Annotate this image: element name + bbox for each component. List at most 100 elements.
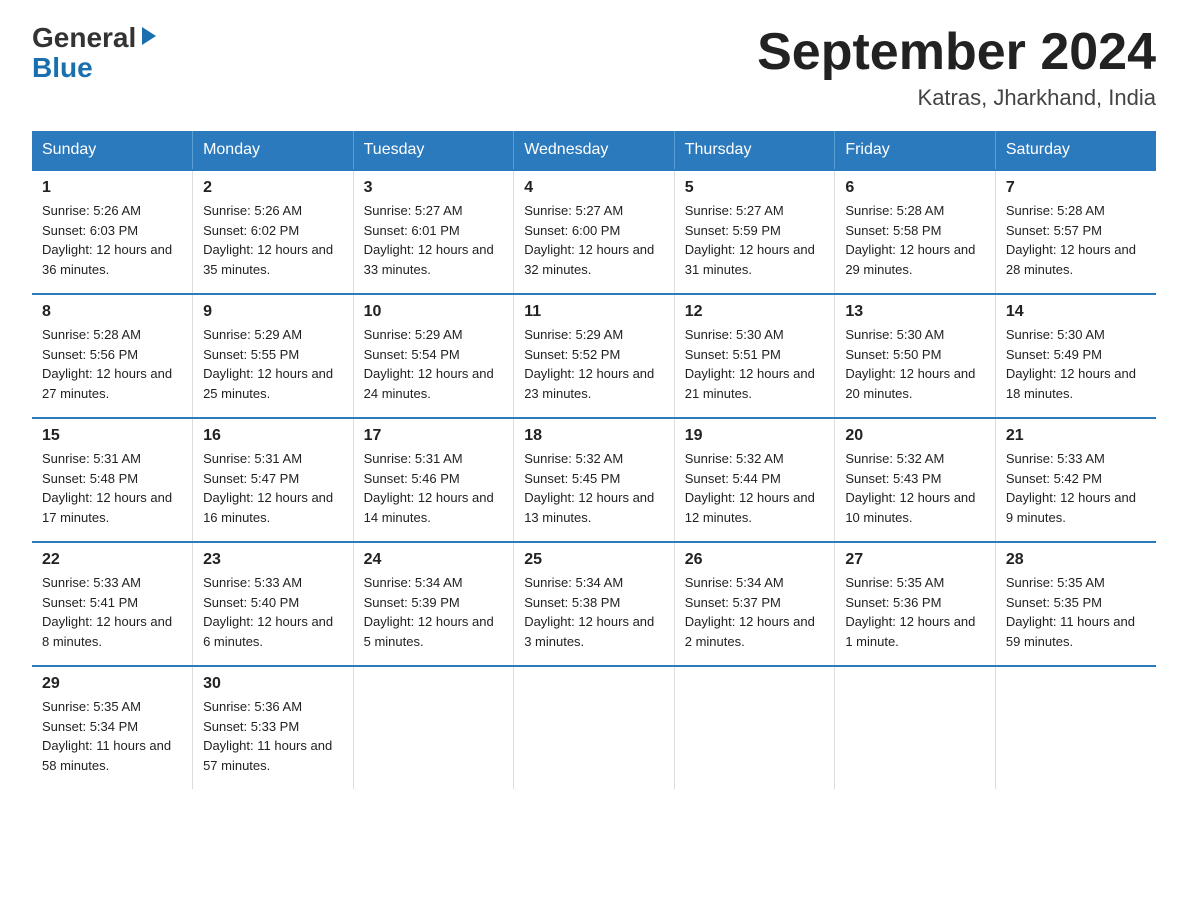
calendar-cell: 8 Sunrise: 5:28 AMSunset: 5:56 PMDaylight… [32, 294, 193, 418]
day-number: 22 [42, 551, 182, 569]
day-number: 6 [845, 179, 985, 197]
day-number: 27 [845, 551, 985, 569]
day-info: Sunrise: 5:34 AMSunset: 5:38 PMDaylight:… [524, 573, 664, 651]
weekday-header-monday: Monday [193, 131, 354, 170]
day-number: 20 [845, 427, 985, 445]
weekday-header-sunday: Sunday [32, 131, 193, 170]
day-number: 12 [685, 303, 825, 321]
calendar-cell: 9 Sunrise: 5:29 AMSunset: 5:55 PMDaylight… [193, 294, 354, 418]
day-info: Sunrise: 5:32 AMSunset: 5:45 PMDaylight:… [524, 449, 664, 527]
logo-arrow-icon [138, 25, 160, 47]
calendar-cell [835, 666, 996, 789]
calendar-cell: 21Sunrise: 5:33 AMSunset: 5:42 PMDayligh… [995, 418, 1156, 542]
calendar-cell: 13 Sunrise: 5:30 AMSunset: 5:50 PMDayligh… [835, 294, 996, 418]
calendar-cell: 25 Sunrise: 5:34 AMSunset: 5:38 PMDayligh… [514, 542, 675, 666]
weekday-header-friday: Friday [835, 131, 996, 170]
day-info: Sunrise: 5:27 AMSunset: 6:00 PMDaylight:… [524, 201, 664, 279]
day-number: 13 [845, 303, 985, 321]
day-info: Sunrise: 5:28 AMSunset: 5:56 PMDaylight:… [42, 325, 182, 403]
calendar-cell: 18 Sunrise: 5:32 AMSunset: 5:45 PMDayligh… [514, 418, 675, 542]
day-info: Sunrise: 5:29 AMSunset: 5:54 PMDaylight:… [364, 325, 504, 403]
calendar-cell: 4 Sunrise: 5:27 AMSunset: 6:00 PMDaylight… [514, 170, 675, 294]
calendar-cell: 1 Sunrise: 5:26 AMSunset: 6:03 PMDaylight… [32, 170, 193, 294]
day-number: 15 [42, 427, 182, 445]
day-info: Sunrise: 5:33 AMSunset: 5:42 PMDaylight:… [1006, 449, 1146, 527]
day-number: 18 [524, 427, 664, 445]
calendar-cell: 2 Sunrise: 5:26 AMSunset: 6:02 PMDaylight… [193, 170, 354, 294]
day-info: Sunrise: 5:26 AMSunset: 6:03 PMDaylight:… [42, 201, 182, 279]
weekday-header-thursday: Thursday [674, 131, 835, 170]
calendar-cell: 14 Sunrise: 5:30 AMSunset: 5:49 PMDayligh… [995, 294, 1156, 418]
calendar-cell: 23Sunrise: 5:33 AMSunset: 5:40 PMDayligh… [193, 542, 354, 666]
calendar-cell: 22 Sunrise: 5:33 AMSunset: 5:41 PMDayligh… [32, 542, 193, 666]
weekday-header-wednesday: Wednesday [514, 131, 675, 170]
day-info: Sunrise: 5:32 AMSunset: 5:43 PMDaylight:… [845, 449, 985, 527]
calendar-cell [514, 666, 675, 789]
calendar-cell [995, 666, 1156, 789]
calendar-week-5: 29Sunrise: 5:35 AMSunset: 5:34 PMDayligh… [32, 666, 1156, 789]
day-number: 10 [364, 303, 504, 321]
day-number: 19 [685, 427, 825, 445]
calendar-cell: 19 Sunrise: 5:32 AMSunset: 5:44 PMDayligh… [674, 418, 835, 542]
day-number: 11 [524, 303, 664, 321]
day-info: Sunrise: 5:26 AMSunset: 6:02 PMDaylight:… [203, 201, 343, 279]
calendar-cell: 7 Sunrise: 5:28 AMSunset: 5:57 PMDaylight… [995, 170, 1156, 294]
day-number: 7 [1006, 179, 1146, 197]
calendar-cell: 27 Sunrise: 5:35 AMSunset: 5:36 PMDayligh… [835, 542, 996, 666]
calendar-cell: 15 Sunrise: 5:31 AMSunset: 5:48 PMDayligh… [32, 418, 193, 542]
day-info: Sunrise: 5:29 AMSunset: 5:55 PMDaylight:… [203, 325, 343, 403]
calendar-week-2: 8 Sunrise: 5:28 AMSunset: 5:56 PMDaylight… [32, 294, 1156, 418]
calendar-cell: 10 Sunrise: 5:29 AMSunset: 5:54 PMDayligh… [353, 294, 514, 418]
day-info: Sunrise: 5:33 AMSunset: 5:41 PMDaylight:… [42, 573, 182, 651]
day-number: 16 [203, 427, 343, 445]
day-info: Sunrise: 5:31 AMSunset: 5:48 PMDaylight:… [42, 449, 182, 527]
day-number: 1 [42, 179, 182, 197]
day-info: Sunrise: 5:35 AMSunset: 5:34 PMDaylight:… [42, 697, 182, 775]
day-number: 3 [364, 179, 504, 197]
logo-blue: Blue [32, 52, 93, 83]
day-info: Sunrise: 5:35 AMSunset: 5:36 PMDaylight:… [845, 573, 985, 651]
day-number: 8 [42, 303, 182, 321]
month-year-title: September 2024 [757, 24, 1156, 81]
day-number: 23 [203, 551, 343, 569]
day-number: 28 [1006, 551, 1146, 569]
calendar-cell: 20 Sunrise: 5:32 AMSunset: 5:43 PMDayligh… [835, 418, 996, 542]
calendar-cell [674, 666, 835, 789]
day-info: Sunrise: 5:31 AMSunset: 5:46 PMDaylight:… [364, 449, 504, 527]
day-info: Sunrise: 5:28 AMSunset: 5:57 PMDaylight:… [1006, 201, 1146, 279]
weekday-header-tuesday: Tuesday [353, 131, 514, 170]
day-info: Sunrise: 5:30 AMSunset: 5:51 PMDaylight:… [685, 325, 825, 403]
day-number: 24 [364, 551, 504, 569]
page-header: General Blue September 2024 Katras, Jhar… [32, 24, 1156, 111]
day-number: 9 [203, 303, 343, 321]
calendar-table: SundayMondayTuesdayWednesdayThursdayFrid… [32, 131, 1156, 789]
day-info: Sunrise: 5:34 AMSunset: 5:39 PMDaylight:… [364, 573, 504, 651]
calendar-cell: 29Sunrise: 5:35 AMSunset: 5:34 PMDayligh… [32, 666, 193, 789]
day-info: Sunrise: 5:32 AMSunset: 5:44 PMDaylight:… [685, 449, 825, 527]
day-info: Sunrise: 5:34 AMSunset: 5:37 PMDaylight:… [685, 573, 825, 651]
day-info: Sunrise: 5:36 AMSunset: 5:33 PMDaylight:… [203, 697, 343, 775]
calendar-cell: 26 Sunrise: 5:34 AMSunset: 5:37 PMDayligh… [674, 542, 835, 666]
day-info: Sunrise: 5:27 AMSunset: 5:59 PMDaylight:… [685, 201, 825, 279]
day-number: 4 [524, 179, 664, 197]
day-number: 26 [685, 551, 825, 569]
title-section: September 2024 Katras, Jharkhand, India [757, 24, 1156, 111]
day-info: Sunrise: 5:30 AMSunset: 5:49 PMDaylight:… [1006, 325, 1146, 403]
day-info: Sunrise: 5:28 AMSunset: 5:58 PMDaylight:… [845, 201, 985, 279]
day-info: Sunrise: 5:30 AMSunset: 5:50 PMDaylight:… [845, 325, 985, 403]
calendar-cell: 17 Sunrise: 5:31 AMSunset: 5:46 PMDayligh… [353, 418, 514, 542]
calendar-cell: 11 Sunrise: 5:29 AMSunset: 5:52 PMDayligh… [514, 294, 675, 418]
day-number: 2 [203, 179, 343, 197]
calendar-cell: 16Sunrise: 5:31 AMSunset: 5:47 PMDayligh… [193, 418, 354, 542]
calendar-cell [353, 666, 514, 789]
logo: General Blue [32, 24, 160, 84]
day-number: 25 [524, 551, 664, 569]
calendar-cell: 12 Sunrise: 5:30 AMSunset: 5:51 PMDayligh… [674, 294, 835, 418]
day-info: Sunrise: 5:29 AMSunset: 5:52 PMDaylight:… [524, 325, 664, 403]
calendar-cell: 6 Sunrise: 5:28 AMSunset: 5:58 PMDaylight… [835, 170, 996, 294]
calendar-cell: 24 Sunrise: 5:34 AMSunset: 5:39 PMDayligh… [353, 542, 514, 666]
weekday-header-saturday: Saturday [995, 131, 1156, 170]
day-number: 17 [364, 427, 504, 445]
calendar-cell: 28Sunrise: 5:35 AMSunset: 5:35 PMDayligh… [995, 542, 1156, 666]
day-number: 14 [1006, 303, 1146, 321]
